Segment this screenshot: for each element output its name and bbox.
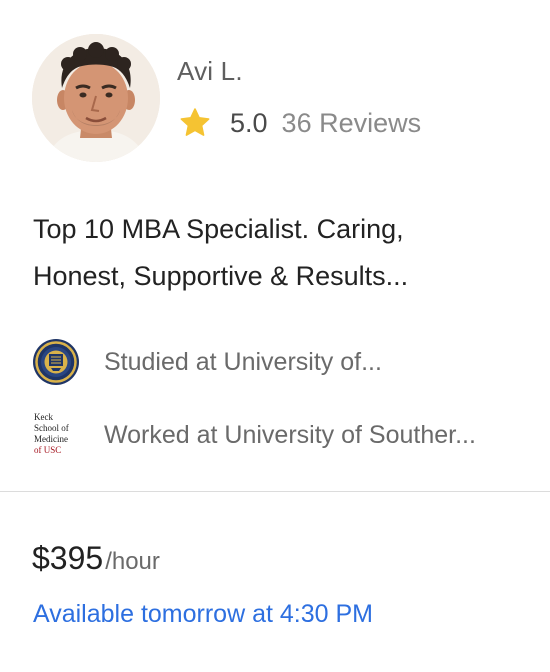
- price-unit: /hour: [105, 548, 160, 575]
- work-text: Worked at University of Souther...: [104, 420, 476, 449]
- svg-text:Medicine: Medicine: [34, 434, 68, 444]
- rating-row: 5.0 36 Reviews: [178, 106, 421, 140]
- svg-text:of USC: of USC: [34, 445, 61, 455]
- availability-link[interactable]: Available tomorrow at 4:30 PM: [33, 600, 373, 629]
- price-row: $395 /hour: [32, 540, 160, 577]
- reviews-count[interactable]: 36 Reviews: [282, 108, 422, 139]
- headline-line-2: Honest, Supportive & Results...: [33, 261, 409, 291]
- keck-usc-logo: Keck School of Medicine of USC: [34, 412, 69, 455]
- star-icon: [180, 108, 210, 136]
- rating-value: 5.0: [230, 107, 268, 138]
- tutor-card[interactable]: Avi L. 5.0 36 Reviews Top 10 MBA Special…: [0, 0, 550, 672]
- headline-line-1: Top 10 MBA Specialist. Caring,: [33, 214, 404, 244]
- work-row: Keck School of Medicine of USC Worked at…: [32, 410, 476, 460]
- tutor-name: Avi L.: [177, 56, 243, 86]
- education-row: Studied at University of...: [32, 337, 382, 387]
- avatar[interactable]: [32, 34, 160, 162]
- university-seal-icon: [33, 339, 79, 385]
- divider: [0, 491, 550, 492]
- profile-photo: [32, 34, 160, 162]
- svg-text:School of: School of: [34, 423, 69, 433]
- education-text: Studied at University of...: [104, 347, 382, 376]
- svg-text:Keck: Keck: [34, 412, 53, 422]
- tutor-headline: Top 10 MBA Specialist. Caring, Honest, S…: [33, 206, 523, 300]
- hourly-price: $395: [32, 540, 104, 576]
